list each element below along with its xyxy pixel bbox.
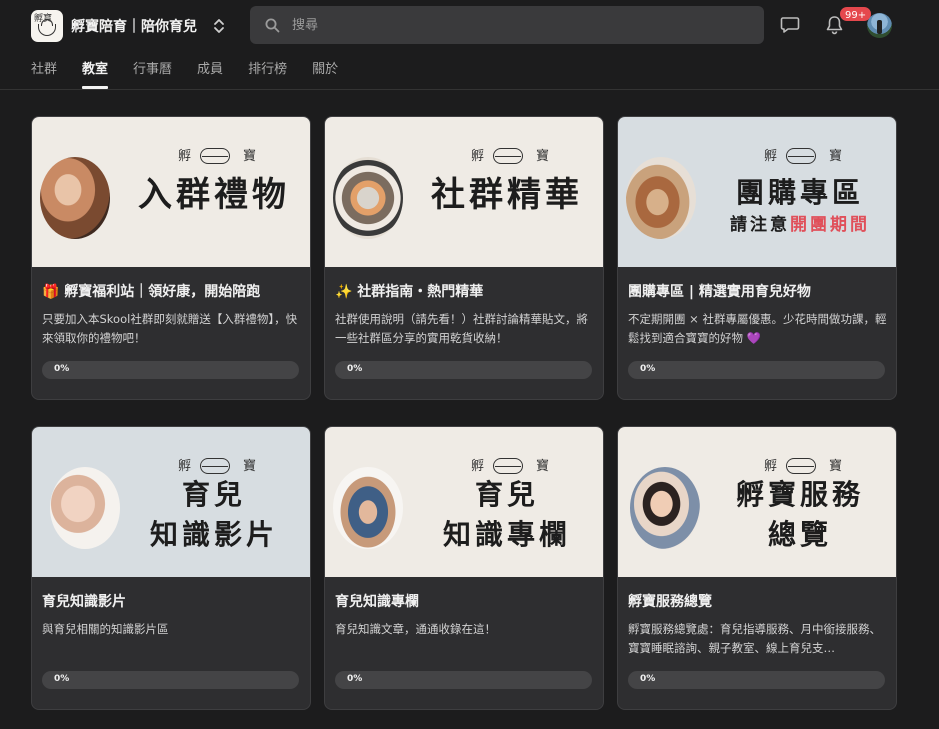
cover-title: 團購專區 請注意開團期間 xyxy=(730,176,870,235)
top-bar: 孵寶 孵寶陪育｜陪你育兒 99+ 社群 教室 行事曆 成員 排行榜 關於 xyxy=(0,0,939,90)
tab-leaderboard[interactable]: 排行榜 xyxy=(248,58,287,89)
course-description: 育兒知識文章，通通收錄在這！ xyxy=(335,622,496,636)
course-title: 育兒知識影片 xyxy=(42,594,126,610)
group-name: 孵寶陪育｜陪你育兒 xyxy=(71,19,197,35)
cover-title: 育兒 知識專欄 xyxy=(442,478,571,551)
course-title: 育兒知識專欄 xyxy=(335,594,419,610)
search-icon xyxy=(265,18,280,33)
course-card[interactable]: 孵寶 育兒 知識專欄 育兒知識專欄 育兒知識文章，通通收錄在這！ 0% xyxy=(324,426,604,710)
group-logo: 孵寶 xyxy=(31,10,63,42)
cover-title: 社群精華 xyxy=(431,175,583,215)
course-cover: 孵寶 育兒 知識影片 xyxy=(32,427,310,577)
progress-label: 0% xyxy=(640,364,656,374)
cover-photo xyxy=(630,467,700,549)
progress-bar: 0% xyxy=(335,671,592,689)
cover-photo xyxy=(50,467,120,549)
course-cover: 孵寶 社群精華 xyxy=(325,117,603,267)
course-title: 🎁 孵寶福利站｜領好康，開始陪跑 xyxy=(42,284,261,300)
progress-bar: 0% xyxy=(628,671,885,689)
progress-label: 0% xyxy=(347,674,363,684)
tab-calendar[interactable]: 行事曆 xyxy=(133,58,172,89)
cover-subtitle-highlight: 開團期間 xyxy=(790,215,870,235)
cover-photo xyxy=(333,467,403,549)
cover-logo: 孵寶 xyxy=(178,458,257,474)
course-description: 不定期開團 × 社群專屬優惠。少花時間做功課，輕鬆找到適合寶寶的好物 💜 xyxy=(628,312,887,345)
avatar[interactable] xyxy=(867,13,892,38)
tab-members[interactable]: 成員 xyxy=(197,58,223,89)
course-title: 孵寶服務總覽 xyxy=(628,594,712,610)
group-switcher[interactable]: 孵寶 孵寶陪育｜陪你育兒 xyxy=(31,10,225,42)
course-description: 社群使用說明（請先看！）社群討論精華貼文，將一些社群區分享的實用乾貨收納！ xyxy=(335,312,588,345)
cover-photo xyxy=(626,157,696,239)
tab-about[interactable]: 關於 xyxy=(312,58,338,89)
progress-bar: 0% xyxy=(628,361,885,379)
search-input[interactable] xyxy=(292,15,732,35)
cover-logo: 孵寶 xyxy=(178,148,257,164)
progress-label: 0% xyxy=(54,364,70,374)
chevron-up-down-icon[interactable] xyxy=(213,18,225,34)
course-description: 孵寶服務總覽處：育兒指導服務、月中銜接服務、寶寶睡眠諮詢、親子教室、線上育兒支… xyxy=(628,622,881,655)
cover-subtitle: 請注意 xyxy=(730,215,790,235)
course-title: 團購專區 | 精選實用育兒好物 xyxy=(628,284,811,300)
cover-logo: 孵寶 xyxy=(471,148,550,164)
chat-icon[interactable] xyxy=(780,16,800,34)
nav-tabs: 社群 教室 行事曆 成員 排行榜 關於 xyxy=(31,58,363,89)
progress-bar: 0% xyxy=(335,361,592,379)
course-card[interactable]: 孵寶 入群禮物 🎁 孵寶福利站｜領好康，開始陪跑 只要加入本Skool社群即刻就… xyxy=(31,116,311,400)
course-title: ✨ 社群指南・熱門精華 xyxy=(335,284,484,300)
course-cover: 孵寶 團購專區 請注意開團期間 xyxy=(618,117,896,267)
course-description: 與育兒相關的知識影片區 xyxy=(42,622,169,636)
course-cover: 孵寶 育兒 知識專欄 xyxy=(325,427,603,577)
course-card[interactable]: 孵寶 孵寶服務 總覽 孵寶服務總覽 孵寶服務總覽處：育兒指導服務、月中銜接服務、… xyxy=(617,426,897,710)
cover-logo: 孵寶 xyxy=(764,458,843,474)
cover-logo: 孵寶 xyxy=(471,458,550,474)
progress-label: 0% xyxy=(54,674,70,684)
course-card[interactable]: 孵寶 社群精華 ✨ 社群指南・熱門精華 社群使用說明（請先看！）社群討論精華貼文… xyxy=(324,116,604,400)
cover-title: 育兒 知識影片 xyxy=(149,478,278,551)
cover-photo xyxy=(40,157,110,239)
cover-title: 入群禮物 xyxy=(138,175,290,215)
course-card[interactable]: 孵寶 團購專區 請注意開團期間 團購專區 | 精選實用育兒好物 不定期開團 × … xyxy=(617,116,897,400)
progress-label: 0% xyxy=(347,364,363,374)
cover-title: 孵寶服務 總覽 xyxy=(735,478,864,551)
search-bar[interactable] xyxy=(250,6,764,44)
cover-logo: 孵寶 xyxy=(764,148,843,164)
progress-label: 0% xyxy=(640,674,656,684)
progress-bar: 0% xyxy=(42,361,299,379)
course-cover: 孵寶 孵寶服務 總覽 xyxy=(618,427,896,577)
cover-photo xyxy=(333,157,403,239)
course-description: 只要加入本Skool社群即刻就贈送【入群禮物】，快來領取你的禮物吧！ xyxy=(42,312,298,345)
progress-bar: 0% xyxy=(42,671,299,689)
course-cover: 孵寶 入群禮物 xyxy=(32,117,310,267)
tab-classroom[interactable]: 教室 xyxy=(82,58,109,89)
tab-community[interactable]: 社群 xyxy=(31,58,57,89)
course-card[interactable]: 孵寶 育兒 知識影片 育兒知識影片 與育兒相關的知識影片區 0% xyxy=(31,426,311,710)
